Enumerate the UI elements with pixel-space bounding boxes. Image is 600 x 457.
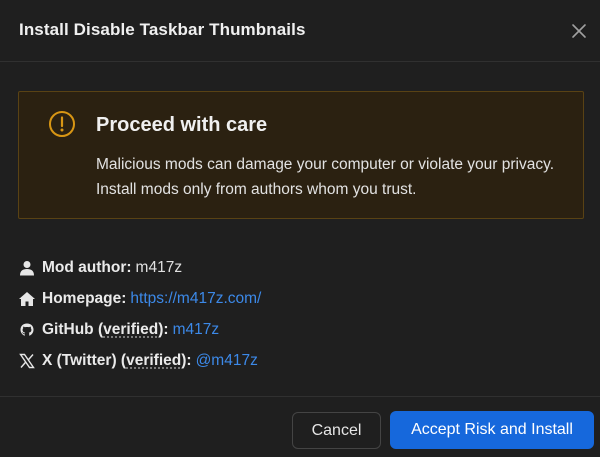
github-icon (18, 321, 36, 339)
homepage-label: Homepage: (42, 289, 127, 307)
author-value: m417z (135, 258, 183, 276)
dialog-header: Install Disable Taskbar Thumbnails (0, 0, 600, 62)
x-icon (18, 352, 36, 370)
twitter-label-main: X (Twitter) ( (42, 351, 127, 369)
twitter-link[interactable]: @m417z (196, 352, 258, 370)
github-link[interactable]: m417z (173, 321, 220, 339)
twitter-label: X (Twitter) (verified): (42, 352, 192, 370)
github-label: GitHub (verified): (42, 321, 169, 339)
user-icon (18, 259, 36, 277)
cancel-button[interactable]: Cancel (292, 412, 381, 449)
twitter-label-end: ): (181, 351, 192, 369)
dialog-footer: Cancel Accept Risk and Install (0, 396, 600, 457)
warning-title: Proceed with care (96, 114, 268, 136)
author-label: Mod author: (42, 258, 132, 276)
install-dialog: Install Disable Taskbar Thumbnails Proce… (0, 0, 600, 457)
homepage-link[interactable]: https://m417z.com/ (130, 290, 261, 308)
github-label-end: ): (158, 320, 169, 338)
accept-install-button[interactable]: Accept Risk and Install (390, 411, 594, 449)
github-label-main: GitHub ( (42, 320, 104, 338)
exclamation-circle-icon (49, 111, 75, 137)
close-button[interactable] (566, 18, 592, 44)
home-icon (18, 290, 36, 308)
homepage-row: Homepage: https://m417z.com/ (18, 283, 578, 314)
twitter-row: X (Twitter) (verified): @m417z (18, 345, 578, 376)
warning-box: Proceed with care Malicious mods can dam… (18, 91, 584, 219)
dialog-title: Install Disable Taskbar Thumbnails (19, 20, 306, 39)
close-icon (572, 24, 586, 38)
twitter-verified[interactable]: verified (126, 352, 181, 369)
author-row: Mod author: m417z (18, 252, 578, 283)
warning-text: Malicious mods can damage your computer … (96, 156, 555, 198)
github-row: GitHub (verified): m417z (18, 314, 578, 345)
mod-info-list: Mod author: m417z Homepage: https://m417… (18, 252, 578, 376)
github-verified[interactable]: verified (103, 321, 158, 338)
